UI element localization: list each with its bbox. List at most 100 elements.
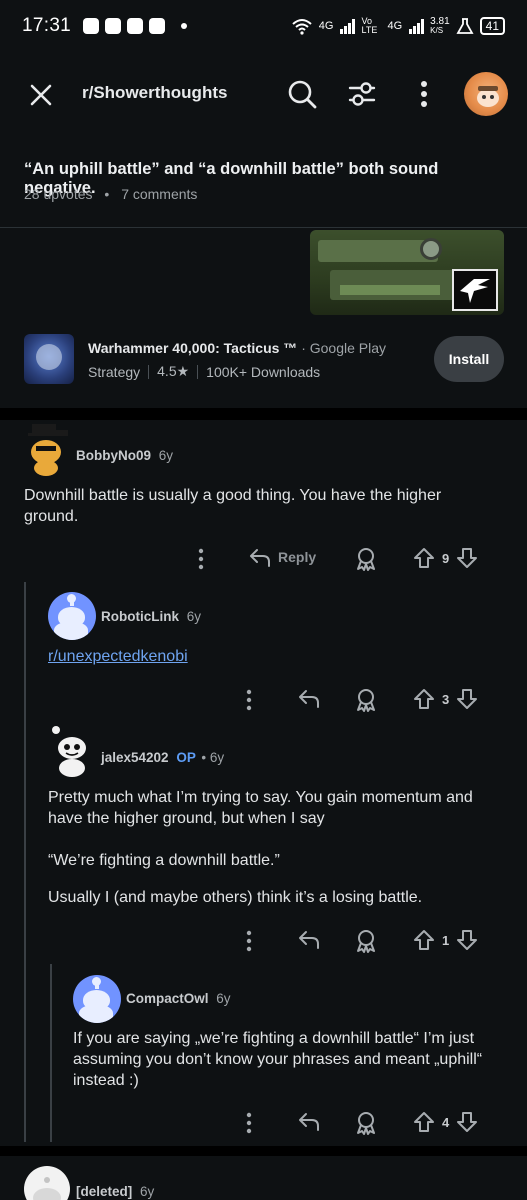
more-vertical-icon [246,1112,252,1134]
vote-controls: 4 [412,1110,479,1134]
volte-label: Vo LTE [361,16,378,35]
avatar-art [70,596,74,606]
comment-author[interactable]: RoboticLink 6y [101,609,201,624]
more-options-button[interactable] [244,689,254,711]
comment-body: Usually I (and maybe others) think it’s … [48,889,423,906]
reply-button[interactable] [297,687,321,709]
avatar[interactable] [48,592,96,640]
comment-actions: Reply 9 [0,544,527,574]
filter-button[interactable] [344,76,380,112]
more-options-button[interactable] [196,548,206,570]
more-vertical-icon [246,930,252,952]
reply-button[interactable] [297,928,321,950]
upvote-icon[interactable] [412,687,436,711]
network-label-2: 4G [387,20,403,32]
comment-body: “We’re fighting a downhill battle.” [48,852,280,869]
messenger-icon-2 [127,18,144,34]
comment-author[interactable]: BobbyNo09 6y [76,448,173,463]
avatar[interactable] [48,724,94,778]
downvote-icon[interactable] [455,928,479,952]
author-name[interactable]: RoboticLink [101,609,179,624]
ad-app-name: Warhammer 40,000: Tacticus ™ [88,340,298,356]
award-icon [357,689,375,712]
upvote-icon[interactable] [412,1110,436,1134]
status-time: 17:31 [22,15,72,36]
post-meta: 28 upvotes • 7 comments [24,186,197,202]
comment-age: 6y [140,1184,155,1199]
more-options-button[interactable] [410,76,438,112]
avatar[interactable] [24,422,70,476]
award-button[interactable] [354,546,378,572]
snoo-avatar-icon [52,726,86,777]
comment-author[interactable]: jalex54202 OP • 6y [101,750,224,765]
flask-icon [456,18,474,34]
battery-indicator: 41 [479,17,505,35]
more-notifications-icon [181,23,188,29]
filter-icon [348,82,376,106]
author-name[interactable]: [deleted] [76,1184,132,1199]
vote-count: 3 [442,691,450,707]
more-options-button[interactable] [244,930,254,952]
avatar-art [83,990,110,1010]
comment-age: 6y [216,991,231,1006]
eagle-logo-icon [460,279,490,303]
author-name[interactable]: jalex54202 [101,750,169,765]
upvote-icon[interactable] [412,928,436,952]
vote-count: 4 [442,1114,450,1130]
more-vertical-icon [198,548,204,570]
section-separator [0,408,527,420]
comment-author[interactable]: CompactOwl 6y [126,991,231,1006]
ad-app-info: Strategy 4.5★ 100K+ Downloads [88,363,320,380]
author-name[interactable]: CompactOwl [126,991,209,1006]
thread-line[interactable] [24,582,26,1142]
ad-logo-icon [452,269,498,311]
reply-button[interactable] [297,1110,321,1132]
install-button[interactable]: Install [434,336,504,382]
shop-icon [149,18,166,34]
vote-controls: 9 [412,546,479,570]
comment-author[interactable]: [deleted] 6y [76,1184,154,1199]
signal-icon-2 [409,19,425,34]
award-button[interactable] [354,687,378,713]
award-button[interactable] [354,928,378,954]
comment-actions: 4 [0,1108,527,1138]
search-button[interactable] [284,76,320,112]
ad-app-icon-art [36,344,62,370]
avatar[interactable] [73,975,121,1023]
comment-actions: 3 [0,685,527,715]
downvote-icon[interactable] [455,546,479,570]
avatar-art [95,979,99,989]
more-vertical-icon [421,81,427,107]
ad-app-title: Warhammer 40,000: Tacticus ™ · Google Pl… [88,340,386,356]
meta-separator: • [104,186,110,202]
youtube-icon [83,18,100,34]
info-separator [197,364,199,379]
ad-image-part [340,285,440,295]
status-bar: 17:31 4G Vo LTE 4G 3.81 K/S 41 [0,0,527,52]
post-upvotes: 28 upvotes [24,186,93,202]
vote-controls: 3 [412,687,479,711]
comment-link[interactable]: r/unexpectedkenobi [48,646,188,667]
status-right: 4G Vo LTE 4G 3.81 K/S 41 [291,17,505,35]
downvote-icon[interactable] [455,1110,479,1134]
upvote-icon[interactable] [412,546,436,570]
net-speed-unit: K/S [430,26,444,35]
award-button[interactable] [354,1110,378,1136]
info-separator [148,364,150,379]
comment-actions: 1 [0,926,527,956]
ad-banner-image[interactable] [310,230,504,315]
ad-row[interactable]: Warhammer 40,000: Tacticus ™ · Google Pl… [24,332,504,388]
downvote-icon[interactable] [455,687,479,711]
close-button[interactable] [26,80,56,110]
award-icon [357,548,375,571]
post-divider [0,227,527,228]
reply-button[interactable]: Reply [248,546,316,568]
subreddit-title[interactable]: r/Showerthoughts [82,83,227,103]
comment-separator [0,1146,527,1156]
more-options-button[interactable] [244,1112,254,1134]
avatar[interactable] [24,1166,70,1200]
author-name[interactable]: BobbyNo09 [76,448,151,463]
user-avatar[interactable] [464,72,508,116]
reply-icon [250,549,270,567]
award-icon [357,930,375,953]
